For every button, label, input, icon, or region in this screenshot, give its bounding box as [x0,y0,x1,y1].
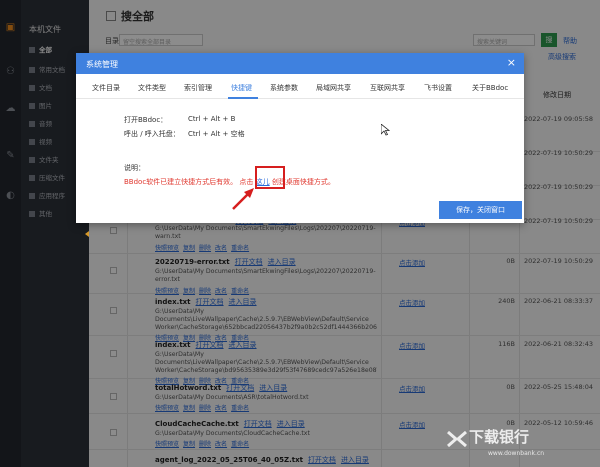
note-title: 说明： [124,164,145,172]
tab-internet-share[interactable]: 互联网共享 [370,83,405,93]
tray-shortcut-value[interactable]: Ctrl + Alt + 空格 [188,129,245,139]
settings-tabs: 文件目录 文件类型 索引管理 快捷键 系统参数 局域网共享 互联网共享 飞书设置… [76,74,524,99]
tab-lan-share[interactable]: 局域网共享 [316,83,351,93]
highlight-box [255,166,285,189]
open-shortcut-value[interactable]: Ctrl + Alt + B [188,115,235,123]
watermark-text: 下载银行 [469,428,530,446]
mouse-cursor-icon [381,124,390,136]
save-close-button[interactable]: 保存，关闭窗口 [439,201,522,219]
collapse-arrow-icon[interactable] [85,231,89,237]
tab-file-types[interactable]: 文件类型 [138,83,166,93]
dialog-title: 系统管理 [76,53,524,74]
close-icon[interactable]: × [507,57,516,69]
tray-shortcut-label: 呼出 / 呼入托盘： [124,130,180,138]
pointer-arrow-icon [232,188,254,210]
open-shortcut-label: 打开BBdoc： [124,116,168,124]
watermark-logo-icon [447,430,467,448]
watermark-url: www.downbank.cn [488,450,545,457]
tab-about[interactable]: 关于BBdoc [472,83,508,93]
tab-index-mgmt[interactable]: 索引管理 [184,83,212,93]
active-tab-indicator [228,97,258,99]
tab-shortcuts[interactable]: 快捷键 [231,83,252,93]
system-settings-dialog: 系统管理 × 文件目录 文件类型 索引管理 快捷键 系统参数 局域网共享 互联网… [76,53,524,223]
tab-system-params[interactable]: 系统参数 [270,83,298,93]
tab-file-dirs[interactable]: 文件目录 [92,83,120,93]
tab-feishu[interactable]: 飞书设置 [424,83,452,93]
